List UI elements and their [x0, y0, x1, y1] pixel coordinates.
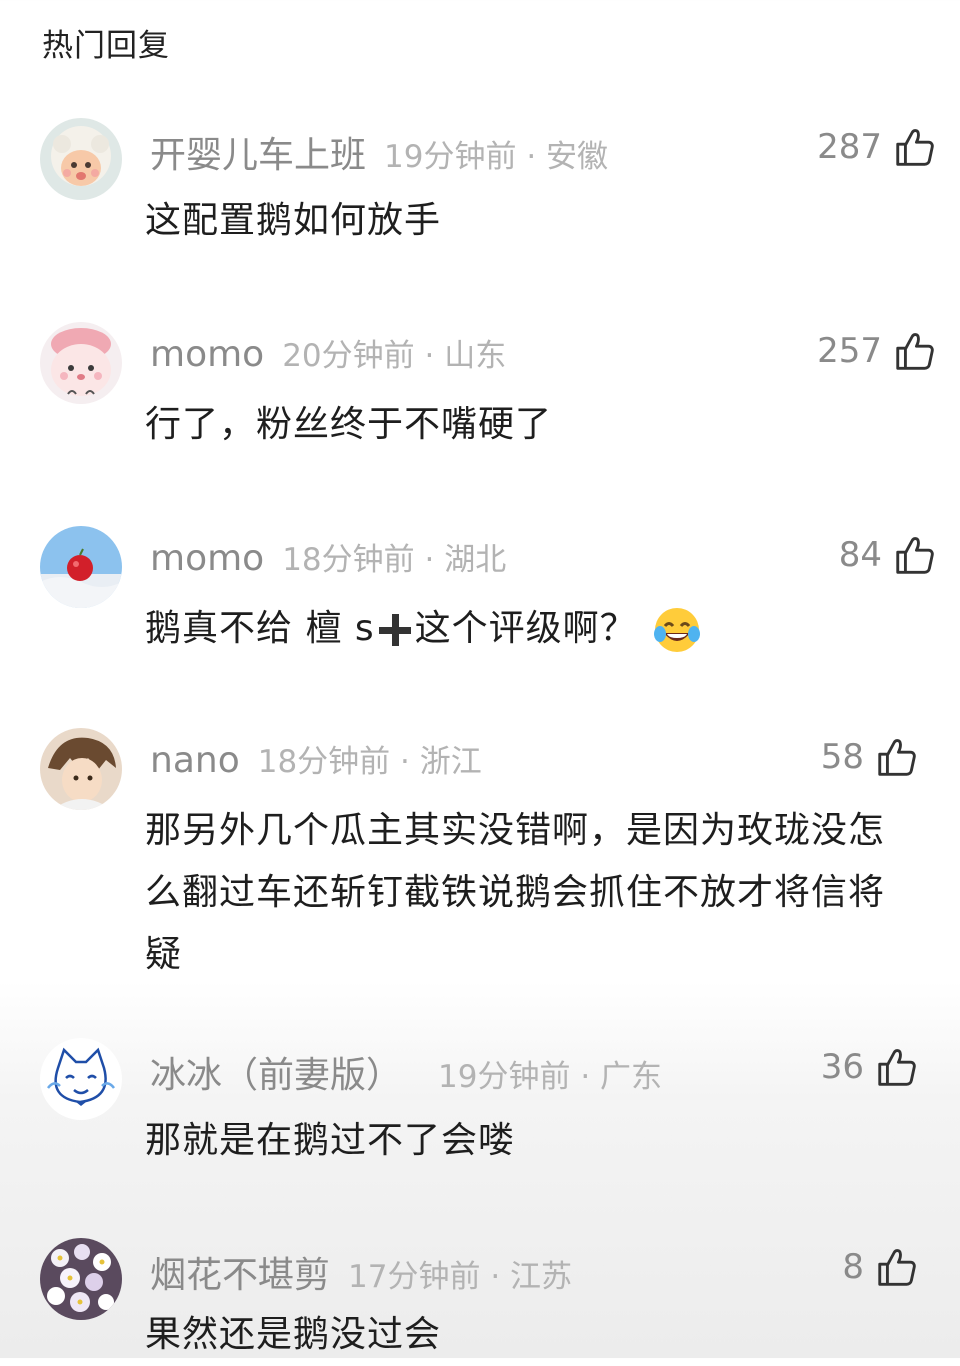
like-count: 36 — [820, 1047, 864, 1087]
username[interactable]: momo — [150, 334, 264, 375]
like-button[interactable]: 8 — [842, 1244, 920, 1290]
thumbs-up-icon[interactable] — [874, 734, 920, 780]
time-location: 18分钟前 · 浙江 — [257, 744, 482, 780]
time-location: 18分钟前 · 湖北 — [282, 542, 507, 578]
like-button[interactable]: 58 — [821, 734, 920, 780]
like-count: 8 — [842, 1247, 864, 1287]
username[interactable]: 开婴儿车上班 — [150, 135, 366, 176]
comment-text: 行了，粉丝终于不嘴硬了 — [145, 404, 553, 445]
avatar[interactable] — [40, 728, 122, 810]
section-title: 热门回复 — [42, 28, 170, 64]
username[interactable]: 冰冰（前妻版） — [150, 1055, 402, 1096]
time-location: 17分钟前 · 江苏 — [348, 1259, 573, 1295]
sheep-avatar-icon — [40, 118, 122, 200]
comment-text: 鹅真不给 檀 s 这个评级啊？ — [145, 598, 925, 660]
laughing-tears-emoji-icon — [653, 608, 700, 652]
apple-sky-avatar-icon — [40, 526, 122, 608]
username[interactable]: momo — [150, 538, 264, 579]
anime-character-avatar-icon — [40, 728, 122, 810]
avatar[interactable] — [40, 526, 122, 608]
like-count: 84 — [838, 535, 882, 575]
like-button[interactable]: 257 — [817, 328, 938, 374]
flowers-avatar-icon — [40, 1238, 122, 1320]
comment-text: 那另外几个瓜主其实没错啊，是因为玫珑没怎么翻过车还斩钉截铁说鹅会抓住不放才将信将… — [145, 810, 886, 975]
like-button[interactable]: 84 — [839, 532, 938, 578]
thumbs-up-icon[interactable] — [892, 532, 938, 578]
like-count: 58 — [820, 737, 864, 777]
avatar[interactable] — [40, 1038, 122, 1120]
thumbs-up-icon[interactable] — [892, 328, 938, 374]
avatar[interactable] — [40, 118, 122, 200]
comment-text: 果然还是鹅没过会 — [145, 1314, 442, 1355]
comment-text: 那就是在鹅过不了会喽 — [145, 1120, 516, 1161]
pink-bunny-avatar-icon — [40, 322, 122, 404]
thumbs-up-icon[interactable] — [874, 1044, 920, 1090]
time-location: 20分钟前 · 山东 — [282, 338, 507, 374]
username[interactable]: nano — [150, 740, 240, 781]
like-button[interactable]: 36 — [821, 1044, 920, 1090]
username[interactable]: 烟花不堪剪 — [150, 1255, 330, 1296]
avatar[interactable] — [40, 1238, 122, 1320]
like-button[interactable]: 287 — [817, 124, 938, 170]
avatar[interactable] — [40, 322, 122, 404]
comment-text: 这配置鹅如何放手 — [145, 200, 442, 241]
comment-text-part: 这个评级啊？ — [414, 608, 637, 649]
thumbs-up-icon[interactable] — [892, 124, 938, 170]
like-count: 287 — [817, 127, 882, 167]
time-location: 19分钟前 · 安徽 — [384, 139, 609, 175]
cartoon-cat-avatar-icon — [40, 1038, 122, 1120]
plus-sign-icon — [378, 614, 411, 646]
like-count: 257 — [817, 331, 882, 371]
time-location: 19分钟前 · 广东 — [438, 1059, 663, 1095]
comment-text-part: 鹅真不给 檀 s — [145, 608, 375, 649]
thumbs-up-icon[interactable] — [874, 1244, 920, 1290]
